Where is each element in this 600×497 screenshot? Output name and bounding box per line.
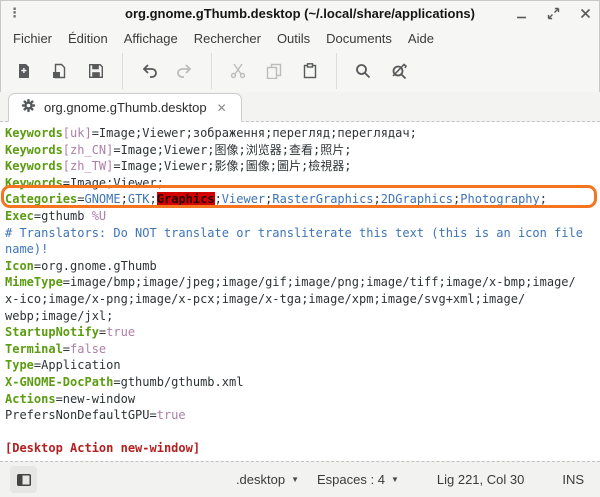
toolbar-separator <box>122 53 123 89</box>
menu-rechercher[interactable]: Rechercher <box>187 29 268 48</box>
code-line: Keywords[zh_TW]=Image;Viewer;影像;圖像;圖片;檢視… <box>5 158 600 175</box>
text-editor-area[interactable]: Keywords[uk]=Image;Viewer;зображення;пер… <box>0 122 600 461</box>
paste-icon <box>302 63 318 79</box>
code-line: Icon=org.gnome.gThumb <box>5 258 600 275</box>
code-line: Keywords=Image;Viewer; <box>5 175 600 192</box>
code-line: x-ico;image/x-png;image/x-pcx;image/x-tg… <box>5 291 600 308</box>
tab-close-icon[interactable]: ✕ <box>215 101 229 115</box>
menu-fichier[interactable]: Fichier <box>6 29 59 48</box>
open-icon <box>52 63 68 79</box>
find-button[interactable] <box>349 57 377 85</box>
restore-button[interactable] <box>546 6 560 20</box>
code-line: # Translators: Do NOT translate or trans… <box>5 225 600 242</box>
statusbar: .desktop ▼ Espaces : 4 ▼ Lig 221, Col 30… <box>0 461 600 497</box>
filetype-label: .desktop <box>236 472 285 487</box>
code-line: name)! <box>5 241 600 258</box>
new-doc-icon <box>16 63 32 79</box>
input-mode-label: INS <box>562 472 584 487</box>
titlebar: ⋮ org.gnome.gThumb.desktop (~/.local/sha… <box>0 0 600 26</box>
tab-label: org.gnome.gThumb.desktop <box>44 100 207 115</box>
menu-documents[interactable]: Documents <box>319 29 399 48</box>
replace-button[interactable] <box>385 57 413 85</box>
code-line: Categories=GNOME;GTK;Graphics;Viewer;Ras… <box>5 191 600 208</box>
menu-outils[interactable]: Outils <box>270 29 317 48</box>
input-mode-button[interactable]: INS <box>556 469 590 490</box>
app-menu-icon[interactable]: ⋮ <box>8 8 22 18</box>
menubar: FichierÉditionAffichageRechercherOutilsD… <box>0 26 600 50</box>
close-icon <box>579 7 592 20</box>
toolbar-separator <box>336 53 337 89</box>
open-button[interactable] <box>46 57 74 85</box>
find-replace-icon <box>391 63 407 79</box>
cursor-position-button[interactable]: Lig 221, Col 30 <box>431 469 530 490</box>
undo-icon <box>140 63 158 79</box>
cut-button <box>224 57 252 85</box>
chevron-down-icon: ▼ <box>291 475 299 484</box>
code-line: Exec=gthumb %U <box>5 208 600 225</box>
window-title: org.gnome.gThumb.desktop (~/.local/share… <box>0 6 600 21</box>
code-line: MimeType=image/bmp;image/jpeg;image/gif;… <box>5 274 600 291</box>
minimize-button[interactable] <box>514 6 528 20</box>
code-line: Terminal=false <box>5 341 600 358</box>
redo-button <box>171 57 199 85</box>
gear-icon <box>21 98 36 118</box>
copy-button <box>260 57 288 85</box>
tab-width-dropdown[interactable]: Espaces : 4 ▼ <box>311 469 405 490</box>
cursor-position-label: Lig 221, Col 30 <box>437 472 524 487</box>
minimize-icon <box>515 7 528 20</box>
copy-icon <box>266 63 282 79</box>
code-line: Keywords[uk]=Image;Viewer;зображення;пер… <box>5 125 600 142</box>
chevron-down-icon: ▼ <box>391 475 399 484</box>
menu-aide[interactable]: Aide <box>401 29 441 48</box>
side-panel-toggle-button[interactable] <box>10 466 37 493</box>
search-icon <box>355 63 371 79</box>
tab-org-gnome-gthumb-desktop[interactable]: org.gnome.gThumb.desktop ✕ <box>8 93 242 122</box>
code-line: PrefersNonDefaultGPU=true <box>5 407 600 424</box>
new-document-button[interactable] <box>10 57 38 85</box>
menu-affichage[interactable]: Affichage <box>117 29 185 48</box>
gedit-window: ⋮ org.gnome.gThumb.desktop (~/.local/sha… <box>0 0 600 497</box>
cut-icon <box>230 63 246 79</box>
toolbar <box>0 50 600 92</box>
redo-icon <box>176 63 194 79</box>
paste-button[interactable] <box>296 57 324 85</box>
code-line: Keywords[zh_CN]=Image;Viewer;图像;浏览器;查看;照… <box>5 142 600 159</box>
code-line: X-GNOME-DocPath=gthumb/gthumb.xml <box>5 374 600 391</box>
restore-icon <box>547 7 560 20</box>
save-icon <box>88 63 104 79</box>
save-button[interactable] <box>82 57 110 85</box>
code-line: webp;image/jxl; <box>5 308 600 325</box>
code-line: Actions=new-window <box>5 391 600 408</box>
side-panel-icon <box>17 474 31 486</box>
close-button[interactable] <box>578 6 592 20</box>
code-line: StartupNotify=true <box>5 324 600 341</box>
code-line: [Desktop Action new-window] <box>5 440 600 457</box>
statusbar-right: .desktop ▼ Espaces : 4 ▼ Lig 221, Col 30… <box>230 469 590 490</box>
code-line: Type=Application <box>5 357 600 374</box>
code-line <box>5 424 600 441</box>
tab-bar: org.gnome.gThumb.desktop ✕ <box>0 92 600 122</box>
window-controls <box>514 6 592 20</box>
tab-width-label: Espaces : 4 <box>317 472 385 487</box>
toolbar-separator <box>211 53 212 89</box>
menu-edition[interactable]: Édition <box>61 29 115 48</box>
undo-button[interactable] <box>135 57 163 85</box>
filetype-dropdown[interactable]: .desktop ▼ <box>230 469 305 490</box>
